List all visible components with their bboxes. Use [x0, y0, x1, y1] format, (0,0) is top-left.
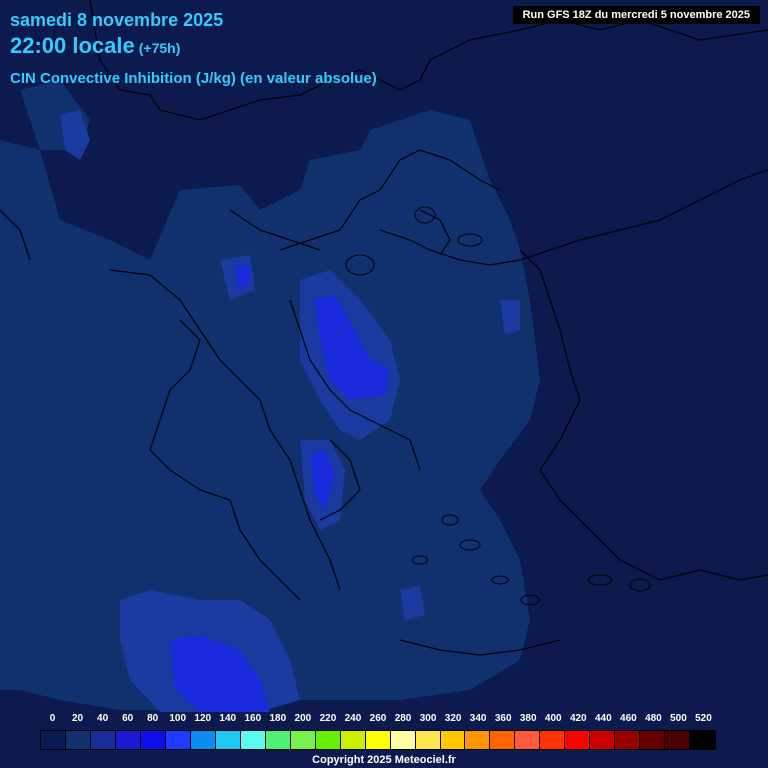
- forecast-time-label: 22:00 locale: [10, 33, 135, 58]
- legend-tick-label: 160: [244, 713, 262, 724]
- legend-tick-label: 180: [269, 713, 287, 724]
- legend-tick-label: 380: [519, 713, 537, 724]
- legend-tick-label: 100: [169, 713, 187, 724]
- legend-tick-label: 340: [469, 713, 487, 724]
- legend-color-swatch: [415, 731, 441, 749]
- legend-tick-label: 280: [394, 713, 412, 724]
- legend-color-swatch: [565, 731, 591, 749]
- color-legend: 0 20 40 60 80 100 120 140 160 180 200 220 240 260 280 3…: [40, 713, 716, 753]
- legend-color-swatch: [290, 731, 316, 749]
- legend-color-swatch: [690, 731, 716, 749]
- legend-color-swatch: [515, 731, 541, 749]
- legend-color-swatch: [340, 731, 366, 749]
- legend-color-swatch: [240, 731, 266, 749]
- legend-tick-label: 420: [569, 713, 587, 724]
- legend-tick-label: 520: [695, 713, 712, 724]
- legend-tick-label: 500: [670, 713, 687, 724]
- forecast-time: 22:00 locale (+75h): [10, 33, 180, 59]
- legend-tick-label: 440: [594, 713, 612, 724]
- legend-color-swatch: [215, 731, 241, 749]
- legend-tick-label: 20: [71, 713, 84, 724]
- legend-tick-label: 240: [344, 713, 362, 724]
- legend-tick-label: 200: [294, 713, 312, 724]
- legend-tick-label: 360: [494, 713, 512, 724]
- legend-tick-labels: 0 20 40 60 80 100 120 140 160 180 200 220 240 260 280 3…: [40, 713, 716, 727]
- legend-tick-label: 260: [369, 713, 387, 724]
- legend-color-swatch: [190, 731, 216, 749]
- forecast-offset: (+75h): [138, 40, 181, 56]
- legend-tick-label: 60: [122, 713, 134, 724]
- legend-color-swatch: [640, 731, 666, 749]
- legend-tick-label: 300: [419, 713, 437, 724]
- legend-color-swatch: [365, 731, 391, 749]
- legend-color-swatch: [65, 731, 91, 749]
- legend-tick-label: 400: [544, 713, 562, 724]
- legend-color-swatch: [90, 731, 116, 749]
- legend-color-swatch: [41, 731, 66, 749]
- legend-color-swatch: [140, 731, 166, 749]
- legend-color-swatch: [265, 731, 291, 749]
- legend-color-swatch: [390, 731, 416, 749]
- legend-tick-label: 120: [194, 713, 212, 724]
- legend-tick-label: 80: [147, 713, 159, 724]
- legend-color-swatch: [465, 731, 491, 749]
- run-info-badge: Run GFS 18Z du mercredi 5 novembre 2025: [512, 6, 760, 24]
- legend-tick-label: 0: [49, 713, 56, 724]
- legend-color-swatch: [115, 731, 141, 749]
- legend-tick-label: 460: [620, 713, 637, 724]
- legend-tick-label: 320: [444, 713, 462, 724]
- legend-tick-label: 480: [645, 713, 662, 724]
- legend-color-swatch: [615, 731, 641, 749]
- legend-tick-label: 40: [97, 713, 109, 724]
- legend-color-swatch: [490, 731, 516, 749]
- legend-color-bar: [40, 730, 716, 750]
- map-subtitle: CIN Convective Inhibition (J/kg) (en val…: [10, 70, 377, 87]
- legend-color-swatch: [165, 731, 191, 749]
- forecast-date: samedi 8 novembre 2025: [10, 10, 224, 30]
- cin-map: [0, 0, 768, 768]
- copyright-text: Copyright 2025 Meteociel.fr: [312, 754, 456, 766]
- legend-color-swatch: [540, 731, 566, 749]
- legend-color-swatch: [665, 731, 691, 749]
- legend-tick-label: 140: [219, 713, 237, 724]
- legend-color-swatch: [590, 731, 616, 749]
- legend-tick-label: 220: [319, 713, 337, 724]
- legend-color-swatch: [315, 731, 341, 749]
- legend-color-swatch: [440, 731, 466, 749]
